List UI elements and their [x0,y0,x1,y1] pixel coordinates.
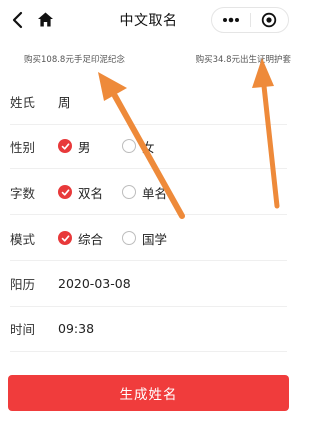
mode-row: 模式 综合 国学 [0,218,297,258]
home-icon [38,12,53,27]
radio-checked [58,185,72,199]
mode-option-comprehensive[interactable]: 综合 [58,229,103,248]
back-button[interactable] [9,10,27,30]
radio-unchecked [122,231,136,245]
checkmark-icon [61,188,69,196]
divider [10,168,287,169]
date-picker[interactable]: 2020-03-08 [58,276,131,291]
mode-label: 模式 [10,231,36,247]
mode-option-guoxue[interactable]: 国学 [122,229,167,248]
checkmark-icon [61,234,69,242]
time-label: 时间 [10,321,36,337]
home-button[interactable] [37,11,54,28]
miniprogram-capsule [211,7,289,33]
gender-male-label: 男 [78,139,91,155]
target-circle-icon [262,12,277,28]
nav-bar: 中文取名 [0,0,297,40]
surname-label: 姓氏 [10,94,36,110]
radio-unchecked [122,185,136,199]
name-length-single-label: 单名 [142,185,168,201]
divider [10,214,287,215]
promo-link-footprint[interactable]: 购买108.8元手足印泥纪念 [24,53,125,65]
back-icon [12,11,23,29]
name-length-row: 字数 双名 单名 [0,172,297,212]
divider [10,260,287,261]
page-title: 中文取名 [119,13,178,29]
gender-female-label: 女 [142,139,155,155]
gender-row: 性别 男 女 [0,126,297,166]
radio-checked [58,231,72,245]
mode-comprehensive-label: 综合 [78,231,104,247]
checkmark-icon [61,142,69,150]
date-row: 阳历 2020-03-08 [0,263,297,303]
promo-bar: 购买108.8元手足印泥纪念 购买34.8元出生证明护套 [0,44,297,74]
surname-input[interactable]: 周 [58,92,71,111]
name-length-option-double[interactable]: 双名 [58,183,103,202]
date-label: 阳历 [10,276,36,292]
surname-row: 姓氏 周 [0,81,297,121]
name-length-double-label: 双名 [78,185,104,201]
gender-label: 性别 [10,139,36,155]
close-miniprogram-button[interactable] [251,8,289,32]
divider [10,306,287,307]
divider [10,124,287,125]
time-row: 时间 09:38 [0,308,297,348]
mode-guoxue-label: 国学 [142,231,168,247]
more-button[interactable] [212,8,250,32]
gender-option-female[interactable]: 女 [122,137,155,156]
divider [10,351,287,352]
name-length-label: 字数 [10,185,36,201]
more-dots-icon [222,17,239,23]
time-picker[interactable]: 09:38 [58,321,94,336]
radio-checked [58,139,72,153]
promo-link-certificate-cover[interactable]: 购买34.8元出生证明护套 [196,53,291,65]
generate-names-button[interactable]: 生成姓名 [8,375,289,411]
name-length-option-single[interactable]: 单名 [122,183,167,202]
gender-option-male[interactable]: 男 [58,137,91,156]
radio-unchecked [122,139,136,153]
